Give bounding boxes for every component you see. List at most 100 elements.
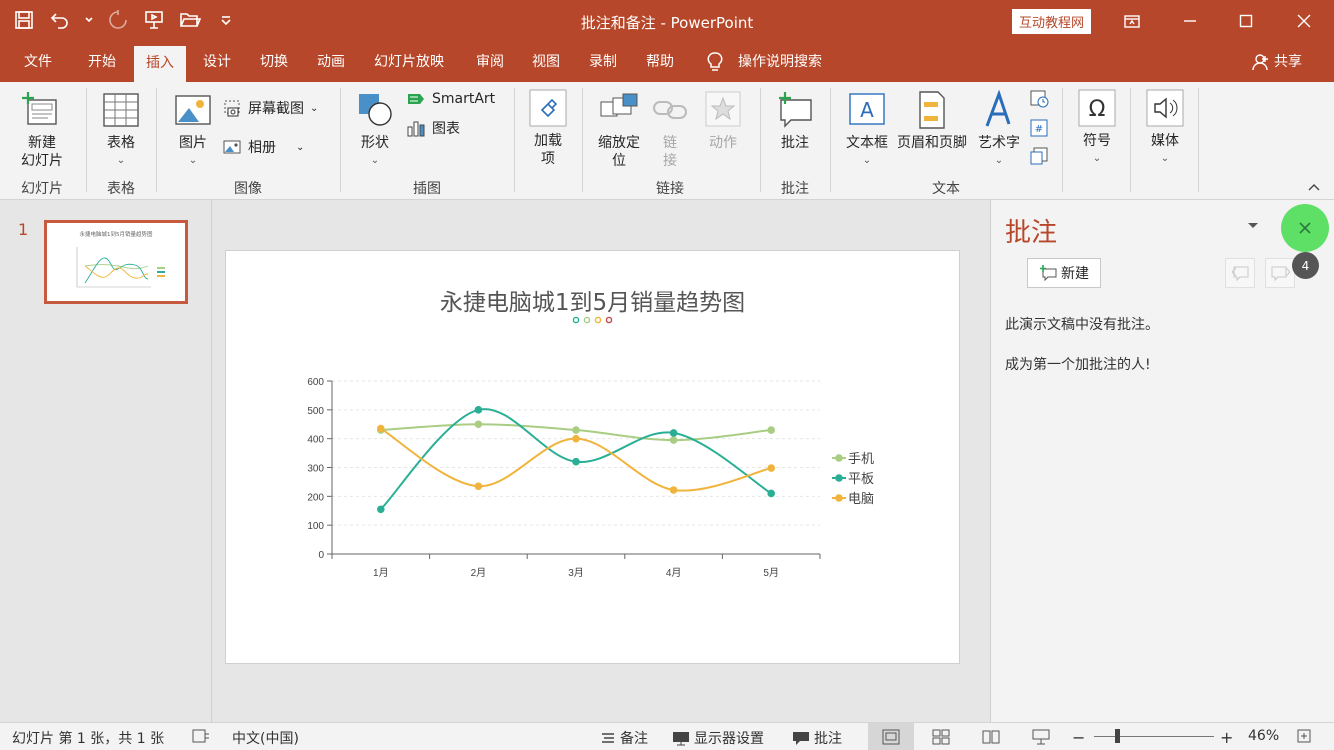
chevron-down-icon: ⌄ [188,155,198,166]
zoom-button[interactable]: 缩放定 位 [592,90,646,170]
title-decoration-dot [594,316,602,324]
shapes-label: 形状 [361,135,389,151]
pictures-button[interactable]: 图片 ⌄ [170,90,216,170]
addins-button[interactable]: 加载 项 [524,88,572,168]
shapes-button[interactable]: 形状 ⌄ [352,90,398,170]
slide-canvas[interactable]: 永捷电脑城1到5月销量趋势图 0 100 200 300 400 500 600 1月 2月 3月… [225,250,960,664]
comments-status-button[interactable]: 批注 [792,728,842,748]
omega-icon: Ω [1078,89,1116,127]
lightbulb-icon [707,52,723,71]
ribbon-tabs: 文件 开始 插入 设计 切换 动画 幻灯片放映 审阅 视图 录制 帮助 操作说明… [0,42,1334,82]
chevron-down-icon: ⌄ [862,155,872,166]
tab-view[interactable]: 视图 [532,42,560,82]
collapse-ribbon-icon[interactable] [1308,182,1320,194]
object-button[interactable] [1028,146,1050,171]
tab-transitions[interactable]: 切换 [260,42,288,82]
maximize-button[interactable] [1218,0,1274,42]
tab-file[interactable]: 文件 [24,42,52,82]
close-pane-button[interactable] [1281,204,1329,252]
new-slide-button[interactable]: 新建 幻灯片 [10,90,74,170]
smartart-icon [408,94,424,104]
chevron-down-icon: ⌄ [994,155,1004,166]
chevron-down-icon: ⌄ [116,155,126,166]
tab-review[interactable]: 审阅 [476,42,504,82]
speaker-icon [1146,89,1184,127]
legend-label: 手机 [848,452,874,467]
slide-number-button[interactable]: # [1028,118,1050,143]
y-tick-label: 200 [307,492,324,503]
close-window-button[interactable] [1276,0,1332,42]
title-decoration-dot [572,316,580,324]
svg-text:#: # [1035,124,1043,135]
accessibility-icon[interactable] [192,728,210,744]
line-chart[interactable]: 0 100 200 300 400 500 600 1月 2月 3月 4月 5月 手机平板电脑 [226,251,961,665]
zoom-out-button[interactable]: − [1072,728,1085,747]
textbox-button[interactable]: A 文本框 ⌄ [842,90,892,170]
share-button[interactable]: 共享 [1252,42,1302,82]
minimize-button[interactable] [1162,0,1218,42]
tab-design[interactable]: 设计 [203,42,231,82]
slide-thumbnail[interactable]: 永捷电脑城1到5月销量趋势图 [44,220,188,304]
notes-label: 备注 [620,731,648,747]
date-time-button[interactable] [1028,88,1050,113]
tab-help[interactable]: 帮助 [646,42,674,82]
insert-comment-label: 批注 [781,135,809,151]
language-status[interactable]: 中文(中国) [232,728,299,748]
zoom-in-button[interactable]: + [1220,728,1233,747]
previous-comment-button [1225,258,1255,288]
tell-me-search[interactable]: 操作说明搜索 [706,42,822,82]
tab-record[interactable]: 录制 [589,42,617,82]
action-icon [705,91,741,127]
previous-comment-icon [1231,266,1249,282]
zoom-slider-thumb[interactable] [1115,729,1120,743]
notes-button[interactable]: 备注 [600,728,648,748]
photo-album-label: 相册 [248,140,276,156]
new-comment-button[interactable]: 新建 [1027,258,1101,288]
smartart-button[interactable]: SmartArt [406,90,495,108]
comments-status-label: 批注 [814,731,842,747]
group-text-label: 文本 [932,181,960,197]
reading-view-button[interactable] [968,723,1014,750]
tab-animations[interactable]: 动画 [317,42,345,82]
screenshot-button[interactable]: 屏幕截图 ⌄ [222,98,318,118]
wordart-button[interactable]: 艺术字 ⌄ [974,90,1024,170]
chart-button[interactable]: 图表 [406,118,460,138]
ribbon-display-options-button[interactable] [1104,0,1160,42]
data-point [377,505,385,514]
fit-to-window-button[interactable] [1296,728,1312,744]
x-tick-label: 1月 [373,567,389,579]
header-footer-button[interactable]: 页眉和页脚 [894,90,970,152]
svg-text:Ω: Ω [1089,97,1106,122]
share-label: 共享 [1274,54,1302,70]
tab-insert[interactable]: 插入 [134,42,186,82]
zoom-level[interactable]: 46% [1248,728,1279,744]
legend-label: 平板 [848,472,874,487]
action-button: 动作 [700,90,746,152]
header-footer-icon [919,91,945,129]
screenshot-icon [224,100,240,117]
title-bar: 批注和备注 - PowerPoint 互动教程网 [0,0,1334,42]
slide-sorter-view-button[interactable] [918,723,964,750]
status-bar: 幻灯片 第 1 张，共 1 张 中文(中国) 备注 显示器设置 批注 − + 4… [0,722,1334,750]
table-button[interactable]: 表格 ⌄ [96,90,146,170]
media-button[interactable]: 媒体 ⌄ [1142,88,1188,168]
zoom-slider-track[interactable] [1094,736,1214,737]
insert-comment-button[interactable]: 批注 [770,90,820,152]
photo-album-button[interactable]: 相册 ⌄ [222,137,304,157]
pane-options-icon[interactable] [1247,222,1259,230]
normal-view-button[interactable] [868,723,914,750]
display-settings-button[interactable]: 显示器设置 [672,728,764,748]
y-tick-label: 600 [307,377,324,388]
media-label: 媒体 [1151,133,1179,149]
x-tick-label: 4月 [666,567,682,579]
symbols-button[interactable]: Ω 符号 ⌄ [1074,88,1120,168]
chevron-down-icon: ⌄ [296,141,305,153]
data-point [572,457,580,466]
slideshow-view-button[interactable] [1018,723,1064,750]
data-point [474,406,483,414]
chevron-down-icon: ⌄ [1160,153,1170,164]
title-decoration-dot [583,316,591,324]
tab-slideshow[interactable]: 幻灯片放映 [374,42,444,82]
screenshot-label: 屏幕截图 [248,101,304,117]
tab-home[interactable]: 开始 [88,42,116,82]
